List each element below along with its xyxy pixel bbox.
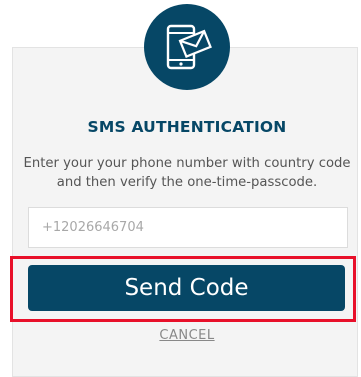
cancel-link[interactable]: CANCEL <box>0 328 361 343</box>
phone-number-input[interactable] <box>28 207 348 248</box>
phone-message-icon <box>166 24 212 70</box>
instructions-text: Enter your your phone number with countr… <box>23 156 351 190</box>
page-title: SMS AUTHENTICATION <box>87 118 287 136</box>
send-code-button[interactable]: Send Code <box>28 265 345 311</box>
sms-phone-icon-badge <box>144 4 230 90</box>
